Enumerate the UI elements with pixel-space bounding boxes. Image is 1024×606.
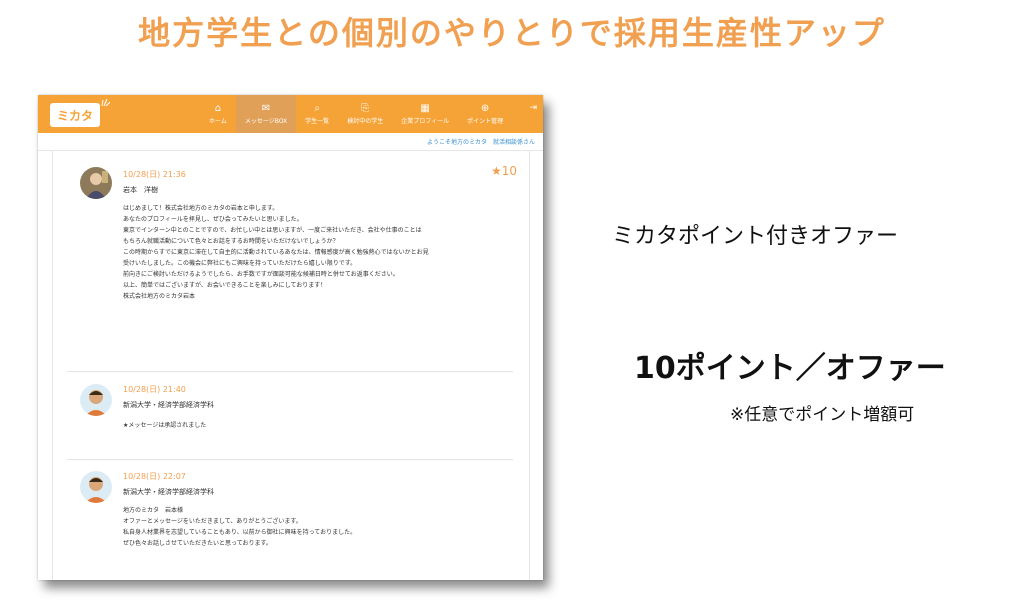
offer-title: ミカタポイント付きオファー (612, 224, 899, 249)
message-sender: 岩本 洋樹 (123, 186, 158, 194)
points-note: ※任意でポイント増額可 (730, 405, 915, 425)
search-icon: ⌕ (314, 103, 320, 114)
avatar (80, 167, 112, 199)
message-body: はじめまして！株式会社地方のミカタの岩本と申します。 あなたのプロフィールを拝見… (123, 205, 429, 300)
paperclip-icon: ⎘ (361, 103, 370, 114)
divider (67, 371, 513, 372)
nav-item[interactable]: ⊕ ポイント管理 (458, 95, 512, 133)
building-icon: ▦ (420, 103, 430, 114)
nav-item-label: 学生一覧 (305, 118, 330, 125)
app-screenshot: ミカタ ⌂ ホーム ✉ メッセージBOX ⌕ 学生一覧 ⎘ 検討中の学生 ▦ 企業プロフィール ⊕ ポ… (38, 95, 543, 580)
points-per-offer: 10ポイント／オファー (634, 351, 946, 386)
plus-circle-icon: ⊕ (480, 103, 490, 114)
top-nav: ミカタ ⌂ ホーム ✉ メッセージBOX ⌕ 学生一覧 ⎘ 検討中の学生 ▦ 企業プロフィール ⊕ ポ… (38, 95, 543, 133)
points-badge: ★10 (490, 164, 517, 178)
avatar (80, 384, 112, 416)
message-date: 10/28(日) 21:36 (123, 170, 186, 179)
nav-item[interactable]: ✉ メッセージBOX (235, 95, 297, 133)
nav-item[interactable]: ▦ 企業プロフィール (392, 95, 458, 133)
nav-menu: ⌂ ホーム ✉ メッセージBOX ⌕ 学生一覧 ⎘ 検討中の学生 ▦ 企業プロフィール ⊕ ポイント管… (200, 95, 512, 133)
message-sender: 新潟大学・経済学部経済学科 (123, 401, 214, 409)
spark-icon (101, 98, 110, 107)
mail-icon: ✉ (261, 103, 271, 114)
nav-item-label: ホーム (209, 118, 227, 125)
logo[interactable]: ミカタ (50, 103, 100, 127)
divider (67, 459, 513, 460)
message-body: 地方のミカタ 岩本様 オファーとメッセージをいただきまして、ありがとうございます… (123, 507, 357, 547)
nav-item-label: 企業プロフィール (401, 118, 450, 125)
message-body: ★メッセージは承認されました (123, 422, 207, 429)
home-icon: ⌂ (214, 103, 222, 114)
welcome-link[interactable]: ようこそ地方のミカタ 就活相談係さん (427, 137, 535, 146)
welcome-bar: ようこそ地方のミカタ 就活相談係さん (38, 133, 543, 151)
message-sender: 新潟大学・経済学部経済学科 (123, 488, 214, 496)
nav-item-label: ポイント管理 (467, 118, 504, 125)
logout-icon[interactable]: ⇥ (529, 103, 537, 113)
nav-item[interactable]: ⌕ 学生一覧 (296, 95, 338, 133)
message-date: 10/28(日) 21:40 (123, 385, 186, 394)
nav-item-label: メッセージBOX (244, 118, 288, 125)
message-thread: 10/28(日) 21:36 ★10 岩本 洋樹 はじめまして！株式会社地方のミ… (52, 151, 530, 580)
avatar (80, 471, 112, 503)
nav-item[interactable]: ⎘ 検討中の学生 (338, 95, 392, 133)
nav-item[interactable]: ⌂ ホーム (200, 95, 236, 133)
page-headline: 地方学生との個別のやりとりで採用生産性アップ (138, 14, 886, 52)
message-date: 10/28(日) 22:07 (123, 472, 186, 481)
nav-item-label: 検討中の学生 (347, 118, 384, 125)
